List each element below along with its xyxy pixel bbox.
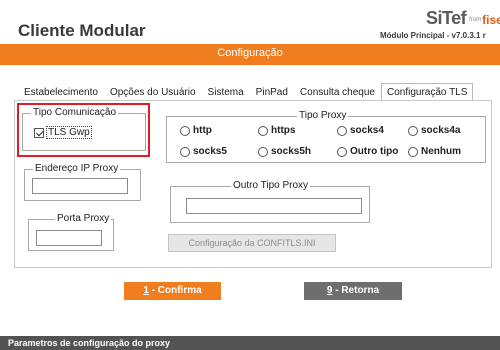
- radio-label: socks5h: [271, 146, 312, 157]
- radio-icon: [408, 146, 418, 157]
- radio-label: socks4a: [421, 125, 461, 136]
- return-button[interactable]: 9 - Retorna: [304, 282, 402, 300]
- confitls-button[interactable]: Configuração da CONFITLS.INI: [168, 234, 336, 252]
- status-bar: Parametros de configuração do proxy: [0, 336, 500, 350]
- app-header: Cliente Modular SiTeffromfiserv Módulo P…: [0, 0, 500, 44]
- confirm-label: - Confirma: [148, 285, 202, 296]
- radio-label: http: [193, 125, 212, 136]
- tab-pinpad[interactable]: PinPad: [250, 84, 294, 101]
- module-version: Módulo Principal - v7.0.3.1 r: [380, 31, 486, 40]
- logo-from: from: [469, 16, 482, 23]
- radio-icon: [258, 125, 268, 136]
- radio-label: Nenhum: [421, 146, 461, 157]
- radio-socks4[interactable]: socks4: [337, 125, 384, 136]
- endereco-ip-proxy-legend: Endereço IP Proxy: [35, 163, 119, 174]
- app-title: Cliente Modular: [18, 21, 146, 40]
- radio-icon: [337, 125, 347, 136]
- radio-socks4a[interactable]: socks4a: [408, 125, 460, 136]
- tab-consulta-cheque[interactable]: Consulta cheque: [294, 84, 381, 101]
- radio-https[interactable]: https: [258, 125, 295, 136]
- endereco-ip-proxy-input[interactable]: [32, 178, 128, 194]
- radio-icon: [337, 146, 347, 157]
- tab-estabelecimento[interactable]: Estabelecimento: [18, 84, 104, 101]
- return-label: - Retorna: [332, 285, 380, 296]
- tab-bar: Estabelecimento Opções do Usuário Sistem…: [18, 82, 474, 101]
- radio-socks5h[interactable]: socks5h: [258, 146, 311, 157]
- tab-configuracao-tls[interactable]: Configuração TLS: [380, 83, 474, 101]
- tipo-proxy-legend: Tipo Proxy: [299, 110, 347, 121]
- porta-proxy-input[interactable]: [36, 230, 102, 246]
- radio-icon: [180, 146, 190, 157]
- outro-tipo-proxy-legend: Outro Tipo Proxy: [233, 180, 309, 191]
- radio-icon: [258, 146, 268, 157]
- radio-label: https: [271, 125, 296, 136]
- logo-brand: fiserv: [482, 13, 500, 27]
- radio-outro-tipo[interactable]: Outro tipo: [337, 146, 398, 157]
- radio-label: socks4: [350, 125, 384, 136]
- radio-label: socks5: [193, 146, 227, 157]
- section-title: Configuração: [217, 47, 283, 59]
- outro-tipo-proxy-input[interactable]: [186, 198, 362, 214]
- tab-sistema[interactable]: Sistema: [202, 84, 250, 101]
- logo-main: SiTef: [426, 8, 467, 28]
- status-text: Parametros de configuração do proxy: [8, 338, 171, 348]
- confirm-button[interactable]: 1 - Confirma: [124, 282, 221, 300]
- tab-opcoes-usuario[interactable]: Opções do Usuário: [104, 84, 202, 101]
- radio-socks5[interactable]: socks5: [180, 146, 227, 157]
- radio-label: Outro tipo: [350, 146, 399, 157]
- porta-proxy-legend: Porta Proxy: [57, 213, 110, 224]
- radio-icon: [408, 125, 418, 136]
- highlight-box: [17, 103, 150, 157]
- sitef-logo: SiTeffromfiserv: [426, 8, 500, 29]
- radio-icon: [180, 125, 190, 136]
- section-banner: Configuração: [0, 44, 500, 65]
- radio-nenhum[interactable]: Nenhum: [408, 146, 461, 157]
- radio-http[interactable]: http: [180, 125, 212, 136]
